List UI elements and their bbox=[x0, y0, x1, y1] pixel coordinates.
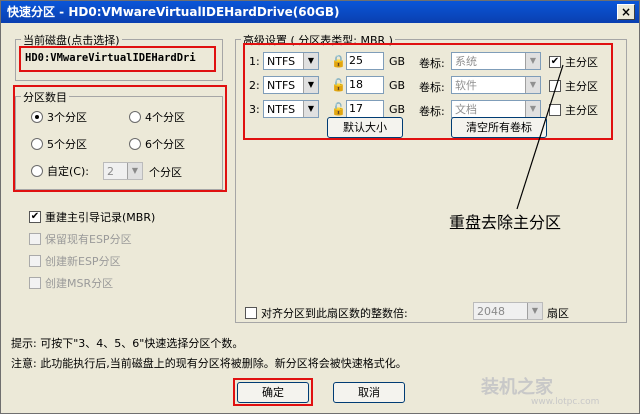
create-msr-checkbox[interactable]: 创建MSR分区 bbox=[29, 275, 113, 291]
radio-3-partitions[interactable]: 3个分区 bbox=[31, 109, 87, 125]
align-sector-select[interactable]: 2048 ▼ bbox=[473, 302, 543, 320]
checkbox-label: 对齐分区到此扇区数的整数倍: bbox=[261, 307, 408, 320]
row-number: 2: bbox=[249, 79, 260, 92]
radio-label: 6个分区 bbox=[145, 138, 185, 151]
lock-open-icon[interactable]: 🔓 bbox=[331, 78, 346, 92]
keep-esp-checkbox[interactable]: 保留现有ESP分区 bbox=[29, 231, 132, 247]
size-input-2[interactable]: 18 bbox=[346, 76, 384, 94]
radio-5-partitions[interactable]: 5个分区 bbox=[31, 136, 87, 152]
checkbox-box bbox=[29, 277, 41, 289]
size-input-3[interactable]: 17 bbox=[346, 100, 384, 118]
fs-value: NTFS bbox=[267, 54, 296, 68]
lock-open-icon[interactable]: 🔓 bbox=[331, 102, 346, 116]
checkbox-label: 重建主引导记录(MBR) bbox=[45, 211, 156, 224]
align-sector-suffix: 扇区 bbox=[547, 307, 569, 320]
custom-count-suffix: 个分区 bbox=[149, 166, 182, 179]
cancel-button[interactable]: 取消 bbox=[333, 382, 405, 403]
count-group-legend: 分区数目 bbox=[21, 89, 69, 105]
fs-value: NTFS bbox=[267, 102, 296, 116]
radio-label: 4个分区 bbox=[145, 111, 185, 124]
radio-dot bbox=[129, 138, 141, 150]
checkbox-label: 创建MSR分区 bbox=[45, 277, 114, 290]
size-unit: GB bbox=[389, 55, 406, 68]
chevron-down-icon: ▼ bbox=[127, 163, 142, 179]
fs-value: NTFS bbox=[267, 78, 296, 92]
quick-partition-dialog: 快速分区 - HD0:VMwareVirtualIDEHardDrive(60G… bbox=[0, 0, 640, 414]
lock-closed-icon[interactable]: 🔒 bbox=[331, 54, 346, 68]
radio-custom[interactable]: 自定(C): bbox=[31, 163, 89, 179]
hint-text: 提示: 可按下"3、4、5、6"快速选择分区个数。 bbox=[11, 337, 244, 350]
volume-label-value: 系统 bbox=[455, 55, 477, 68]
ok-button[interactable]: 确定 bbox=[237, 382, 309, 403]
checkbox-box bbox=[29, 255, 41, 267]
fs-select-1[interactable]: NTFS ▼ bbox=[263, 52, 319, 70]
rebuild-mbr-checkbox[interactable]: ✔ 重建主引导记录(MBR) bbox=[29, 209, 155, 225]
radio-4-partitions[interactable]: 4个分区 bbox=[129, 109, 185, 125]
title-bar: 快速分区 - HD0:VMwareVirtualIDEHardDrive(60G… bbox=[1, 1, 639, 23]
row-number: 1: bbox=[249, 55, 260, 68]
chevron-down-icon: ▼ bbox=[303, 53, 318, 69]
disk-selector[interactable]: HD0:VMwareVirtualIDEHardDri bbox=[25, 52, 196, 64]
volume-label-value: 软件 bbox=[455, 79, 477, 92]
volume-label-caption: 卷标: bbox=[419, 105, 445, 118]
custom-count-select[interactable]: 2 ▼ bbox=[103, 162, 143, 180]
checkmark-icon: ✔ bbox=[29, 211, 41, 223]
radio-label: 自定(C): bbox=[47, 165, 89, 178]
volume-label-value: 文档 bbox=[455, 103, 477, 116]
watermark-url: www.lotpc.com bbox=[531, 397, 600, 407]
annotation-arrow bbox=[516, 64, 564, 210]
radio-label: 5个分区 bbox=[47, 138, 87, 151]
checkbox-label: 保留现有ESP分区 bbox=[45, 233, 132, 246]
checkbox-box bbox=[29, 233, 41, 245]
fs-select-3[interactable]: NTFS ▼ bbox=[263, 100, 319, 118]
default-size-button[interactable]: 默认大小 bbox=[327, 117, 403, 138]
annotation-text: 重盘去除主分区 bbox=[449, 213, 562, 232]
radio-dot bbox=[129, 111, 141, 123]
radio-dot bbox=[31, 165, 43, 177]
align-checkbox[interactable]: 对齐分区到此扇区数的整数倍: bbox=[245, 305, 408, 321]
chevron-down-icon: ▼ bbox=[303, 77, 318, 93]
row-number: 3: bbox=[249, 103, 260, 116]
chevron-down-icon: ▼ bbox=[527, 303, 542, 319]
volume-label-caption: 卷标: bbox=[419, 81, 445, 94]
note-text: 注意: 此功能执行后,当前磁盘上的现有分区将被删除。新分区将会被快速格式化。 bbox=[11, 357, 407, 370]
watermark-logo: 装机之家 bbox=[481, 377, 553, 398]
radio-6-partitions[interactable]: 6个分区 bbox=[129, 136, 185, 152]
window-title: 快速分区 - HD0:VMwareVirtualIDEHardDrive(60G… bbox=[7, 5, 340, 19]
chevron-down-icon: ▼ bbox=[303, 101, 318, 117]
fs-select-2[interactable]: NTFS ▼ bbox=[263, 76, 319, 94]
radio-dot bbox=[31, 111, 43, 123]
checkbox-box bbox=[245, 307, 257, 319]
custom-count-value: 2 bbox=[107, 164, 114, 178]
close-button[interactable]: × bbox=[617, 4, 635, 20]
checkbox-label: 创建新ESP分区 bbox=[45, 255, 121, 268]
create-esp-checkbox[interactable]: 创建新ESP分区 bbox=[29, 253, 121, 269]
size-unit: GB bbox=[389, 103, 406, 116]
radio-label: 3个分区 bbox=[47, 111, 87, 124]
size-unit: GB bbox=[389, 79, 406, 92]
size-input-1[interactable]: 25 bbox=[346, 52, 384, 70]
align-sector-value: 2048 bbox=[477, 304, 505, 318]
radio-dot bbox=[31, 138, 43, 150]
volume-label-caption: 卷标: bbox=[419, 57, 445, 70]
